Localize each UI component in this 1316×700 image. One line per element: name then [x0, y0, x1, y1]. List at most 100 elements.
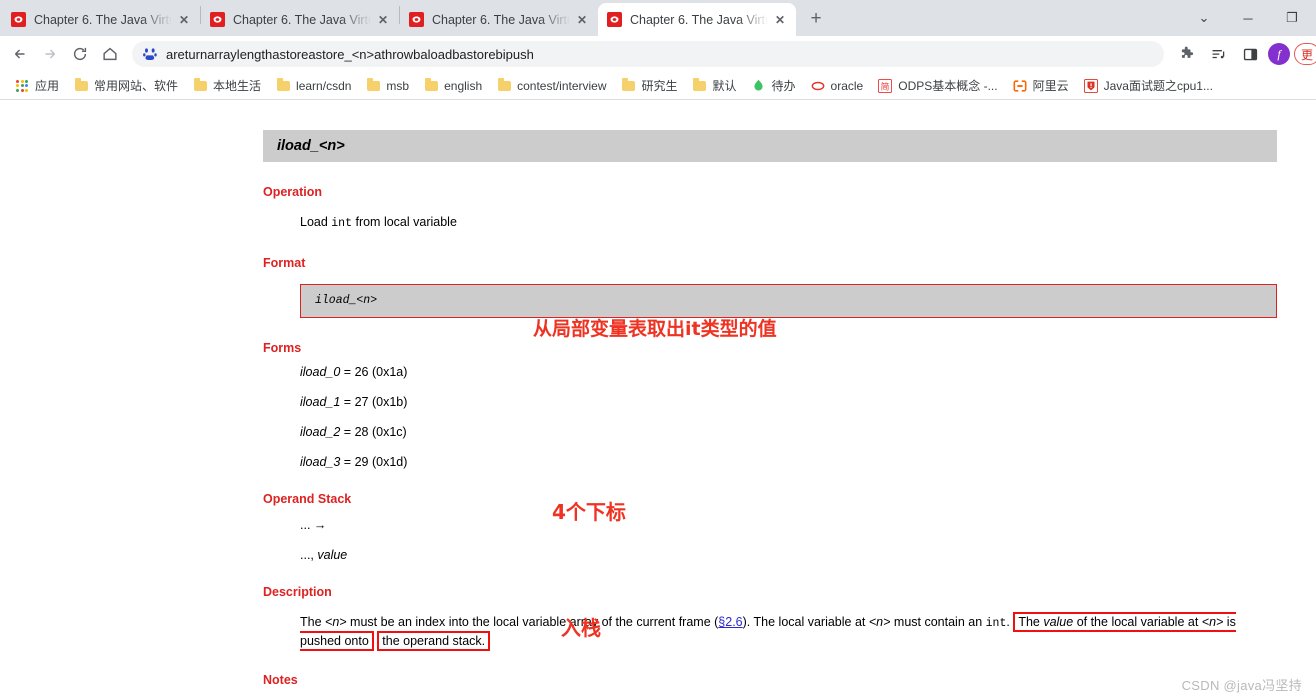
form-name: iload_1 — [300, 394, 341, 409]
desc-type-int: int — [985, 616, 1007, 630]
operation-body: Load int from local variable — [300, 213, 1277, 233]
bookmark-label: 本地生活 — [213, 79, 262, 93]
browser-tab-2[interactable]: Chapter 6. The Java Virtual Ma ✕ — [201, 3, 399, 36]
operation-text-pre: Load — [300, 215, 332, 229]
hl-value-word: value — [1043, 614, 1074, 629]
leaf-icon — [751, 78, 767, 94]
bookmark-label: 应用 — [35, 79, 60, 93]
form-name: iload_3 — [300, 454, 341, 469]
close-icon[interactable]: ✕ — [574, 12, 590, 28]
jian-icon: 简 — [877, 78, 893, 94]
form-value: = 28 (0x1c) — [340, 424, 407, 439]
bookmark-folder-2[interactable]: 本地生活 — [186, 75, 267, 97]
bookmark-label: learn/csdn — [296, 78, 352, 93]
bookmark-csdn-article[interactable]: Java面试题之cpu1... — [1077, 75, 1219, 97]
baidu-icon — [142, 46, 158, 62]
jvm-instruction-article: iload_<n> Operation Load int from local … — [263, 130, 1277, 700]
bookmark-apps[interactable]: 应用 — [8, 75, 65, 97]
hl-part-b: of the local variable at — [1073, 614, 1202, 629]
tab-title: Chapter 6. The Java Virtual Ma — [233, 12, 371, 27]
browser-tab-3[interactable]: Chapter 6. The Java Virtual Ma ✕ — [400, 3, 598, 36]
folder-icon — [496, 77, 512, 94]
operation-type-int: int — [331, 217, 352, 230]
puzzle-icon[interactable] — [1172, 40, 1200, 68]
bookmark-oracle[interactable]: oracle — [804, 75, 870, 97]
bookmark-folder-4[interactable]: msb — [359, 75, 415, 97]
bookmark-label: ODPS基本概念 -... — [898, 79, 998, 93]
bookmark-label: Java面试题之cpu1... — [1103, 79, 1213, 93]
side-panel-icon[interactable] — [1236, 40, 1264, 68]
hl-n-placeholder: <n> — [1201, 614, 1224, 629]
operand-stack-list: ... → ..., value — [300, 518, 1277, 562]
hl-part-a: The — [1018, 614, 1044, 629]
browser-tab-4-active[interactable]: Chapter 6. The Java Virtual Ma ✕ — [598, 3, 796, 36]
section-link-2-6[interactable]: §2.6 — [718, 615, 742, 629]
bookmark-odps[interactable]: 简 ODPS基本概念 -... — [871, 75, 1003, 97]
maximize-icon[interactable]: ❐ — [1270, 2, 1314, 34]
jvm-spec-favicon — [408, 12, 424, 28]
form-value: = 26 (0x1a) — [340, 364, 408, 379]
browser-toolbar: areturnarraylengthastoreastore_<n>athrow… — [0, 36, 1316, 72]
more-actions-button[interactable]: 更 — [1294, 43, 1316, 65]
close-icon[interactable]: ✕ — [375, 12, 391, 28]
browser-chrome: Chapter 6. The Java Virtual Ma ✕ Chapter… — [0, 0, 1316, 100]
profile-avatar[interactable]: f — [1268, 43, 1290, 65]
bookmark-todo[interactable]: 待办 — [745, 75, 802, 97]
form-value: = 27 (0x1b) — [340, 394, 408, 409]
home-icon[interactable] — [96, 40, 124, 68]
list-item: iload_1 = 27 (0x1b) — [300, 395, 1277, 409]
form-name: iload_0 — [300, 364, 341, 379]
bookmark-label: 待办 — [771, 79, 796, 93]
folder-icon — [73, 77, 89, 94]
back-icon[interactable] — [6, 40, 34, 68]
section-heading-operation: Operation — [263, 185, 323, 199]
browser-tab-1[interactable]: Chapter 6. The Java Virtual Ma ✕ — [2, 3, 200, 36]
bookmark-folder-7[interactable]: 研究生 — [615, 75, 684, 97]
bookmark-aliyun[interactable]: 阿里云 — [1006, 75, 1075, 97]
address-bar[interactable]: areturnarraylengthastoreastore_<n>athrow… — [132, 41, 1164, 67]
new-tab-button[interactable]: + — [802, 5, 830, 33]
window-controls: ⌄ ─ ❐ — [1182, 0, 1316, 36]
forms-list: iload_0 = 26 (0x1a) iload_1 = 27 (0x1b) … — [300, 365, 1277, 469]
close-icon[interactable]: ✕ — [176, 12, 192, 28]
reload-icon[interactable] — [66, 40, 94, 68]
minimize-icon[interactable]: ─ — [1226, 2, 1270, 34]
annotation-load-int: 从局部变量表取出it类型的值 — [533, 318, 777, 340]
section-heading-forms: Forms — [263, 340, 302, 355]
operand-stack-after-value: value — [317, 547, 348, 562]
desc-n-placeholder: <n> — [325, 614, 347, 629]
bookmark-label: 常用网站、软件 — [94, 79, 179, 93]
desc-part-d: must contain an — [890, 614, 986, 629]
bookmark-label: msb — [386, 78, 410, 93]
address-bar-text[interactable]: areturnarraylengthastoreastore_<n>athrow… — [166, 47, 1154, 62]
description-body: The <n> must be an index into the local … — [300, 611, 1275, 652]
bookmark-label: 阿里云 — [1032, 79, 1069, 93]
tab-search-icon[interactable]: ⌄ — [1182, 2, 1226, 34]
csdn-icon — [1083, 78, 1099, 94]
bookmark-label: contest/interview — [517, 78, 607, 93]
close-icon[interactable]: ✕ — [772, 12, 788, 28]
section-heading-format: Format — [263, 255, 306, 270]
bookmark-folder-6[interactable]: contest/interview — [490, 75, 612, 97]
highlight-box-operand-stack: the operand stack. — [377, 631, 491, 652]
forward-icon[interactable] — [36, 40, 64, 68]
media-list-icon[interactable] — [1204, 40, 1232, 68]
list-item: iload_0 = 26 (0x1a) — [300, 365, 1277, 379]
form-name: iload_2 — [300, 424, 341, 439]
annotation-push-stack: 入栈 — [561, 616, 601, 640]
list-item: iload_2 = 28 (0x1c) — [300, 425, 1277, 439]
bookmark-label: 默认 — [712, 79, 737, 93]
aliyun-icon — [1012, 78, 1028, 94]
bookmark-label: 研究生 — [641, 79, 678, 93]
bookmark-folder-5[interactable]: english — [417, 75, 488, 97]
page-viewport: iload_<n> Operation Load int from local … — [0, 104, 1316, 700]
section-heading-description: Description — [263, 584, 332, 599]
tab-title: Chapter 6. The Java Virtual Ma — [34, 12, 172, 27]
jvm-spec-favicon — [209, 12, 225, 28]
bookmark-folder-1[interactable]: 常用网站、软件 — [67, 75, 184, 97]
operand-stack-after: ..., value — [300, 548, 1277, 562]
bookmark-folder-8[interactable]: 默认 — [686, 75, 743, 97]
operation-text-post: from local variable — [352, 215, 457, 229]
jvm-spec-favicon — [10, 12, 26, 28]
bookmark-folder-3[interactable]: learn/csdn — [269, 75, 357, 97]
